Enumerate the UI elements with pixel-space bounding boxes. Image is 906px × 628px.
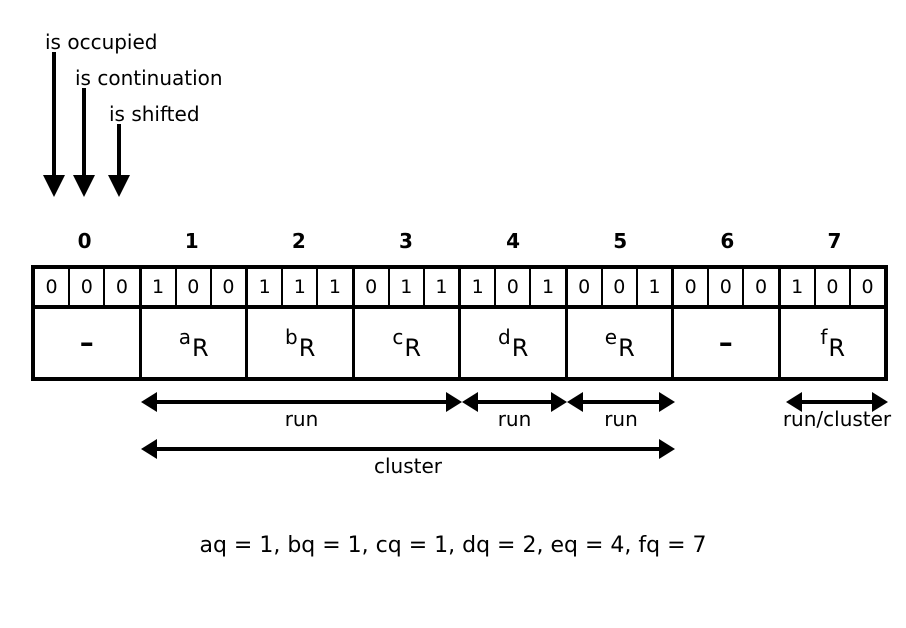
slot-label: – — [80, 329, 94, 357]
slot-base: c — [392, 324, 404, 349]
slot-subscript: R — [404, 333, 422, 362]
annotation-label-is-occupied: is occupied — [45, 30, 158, 54]
slot-cell-7: fR — [781, 309, 885, 377]
bit-cell: 0 — [861, 275, 874, 298]
measure-caption-run-cluster: run/cluster — [782, 407, 892, 431]
slot-base: – — [79, 326, 94, 359]
bit-cell: 0 — [568, 269, 603, 305]
equation-text: aq = 1, bq = 1, cq = 1, dq = 2, eq = 4, … — [199, 533, 707, 558]
bit-cell: 0 — [70, 269, 106, 305]
bit-cell: 0 — [355, 269, 390, 305]
slot-label: bR — [285, 325, 315, 360]
slot-base: d — [498, 324, 511, 349]
slot-base: b — [285, 324, 298, 349]
measure-caption-run-1: run — [284, 407, 319, 431]
bit-cell: 0 — [496, 269, 532, 305]
annotation-label-is-continuation: is continuation — [75, 66, 223, 90]
figure-canvas: is occupied is continuation is shifted 0… — [0, 0, 906, 628]
slot-label: cR — [392, 325, 421, 360]
bit-cell: 0 — [212, 269, 249, 305]
slot-label: eR — [605, 325, 635, 360]
index-label-2: 2 — [291, 229, 306, 253]
bit-cell: 0 — [603, 269, 638, 305]
slot-cell-0: – — [35, 309, 142, 377]
measure-caption-run-3: run — [604, 407, 638, 431]
bit-cell: 0 — [35, 269, 71, 305]
measure-caption-run-2: run — [497, 407, 532, 431]
index-label-0: 0 — [77, 229, 92, 253]
bit-cell: 1 — [531, 269, 568, 305]
annotation-label-is-shifted: is shifted — [109, 102, 200, 126]
slot-label: aR — [179, 325, 209, 360]
bit-cell: 1 — [425, 269, 462, 305]
slot-subscript: R — [511, 333, 529, 362]
slot-subscript: R — [192, 333, 209, 362]
slot-label: fR — [820, 325, 845, 360]
slot-subscript: R — [828, 333, 846, 362]
bit-cell: 0 — [177, 269, 212, 305]
bit-cell: 1 — [638, 269, 675, 305]
slot-base: – — [718, 326, 733, 359]
slot-row: – aR bR cR dR eR – fR — [35, 309, 884, 377]
index-label-3: 3 — [398, 229, 413, 253]
bit-cell: 1 — [390, 269, 425, 305]
index-label-4: 4 — [506, 229, 521, 253]
bit-cell: 0 — [105, 269, 142, 305]
index-label-5: 5 — [613, 229, 628, 253]
slot-base: e — [604, 324, 618, 349]
index-label-1: 1 — [184, 229, 199, 253]
slot-cell-4: dR — [461, 309, 568, 377]
bit-table: 0 0 0 1 0 0 1 1 1 0 1 1 1 0 1 0 0 1 0 0 … — [31, 265, 888, 381]
bit-cell: 0 — [744, 269, 781, 305]
slot-cell-1: aR — [142, 309, 248, 377]
bit-cell: 0 — [674, 269, 710, 305]
index-label-7: 7 — [827, 229, 842, 253]
slot-subscript: R — [618, 333, 635, 362]
bit-cell: 1 — [318, 269, 355, 305]
slot-base: a — [178, 324, 192, 349]
bit-cell: 1 — [248, 269, 284, 305]
bit-cell: 1 — [461, 269, 497, 305]
slot-cell-3: cR — [355, 309, 461, 377]
bit-row: 0 0 0 1 0 0 1 1 1 0 1 1 1 0 1 0 0 1 0 0 … — [35, 269, 884, 309]
index-label-row: 0 1 2 3 4 5 6 7 — [31, 230, 888, 254]
bit-cell: 1 — [781, 269, 816, 305]
slot-cell-6: – — [674, 309, 781, 377]
bit-cell: 0 — [816, 269, 851, 305]
bit-cell: 0 — [709, 269, 745, 305]
slot-label: dR — [498, 325, 528, 360]
slot-subscript: R — [298, 333, 316, 362]
slot-cell-2: bR — [248, 309, 355, 377]
index-label-6: 6 — [720, 229, 735, 253]
slot-base: f — [820, 324, 828, 349]
bit-cell: 1 — [283, 269, 319, 305]
slot-label: – — [719, 329, 733, 357]
slot-cell-5: eR — [568, 309, 674, 377]
measure-caption-cluster: cluster — [373, 454, 443, 478]
bit-cell: 1 — [142, 269, 177, 305]
